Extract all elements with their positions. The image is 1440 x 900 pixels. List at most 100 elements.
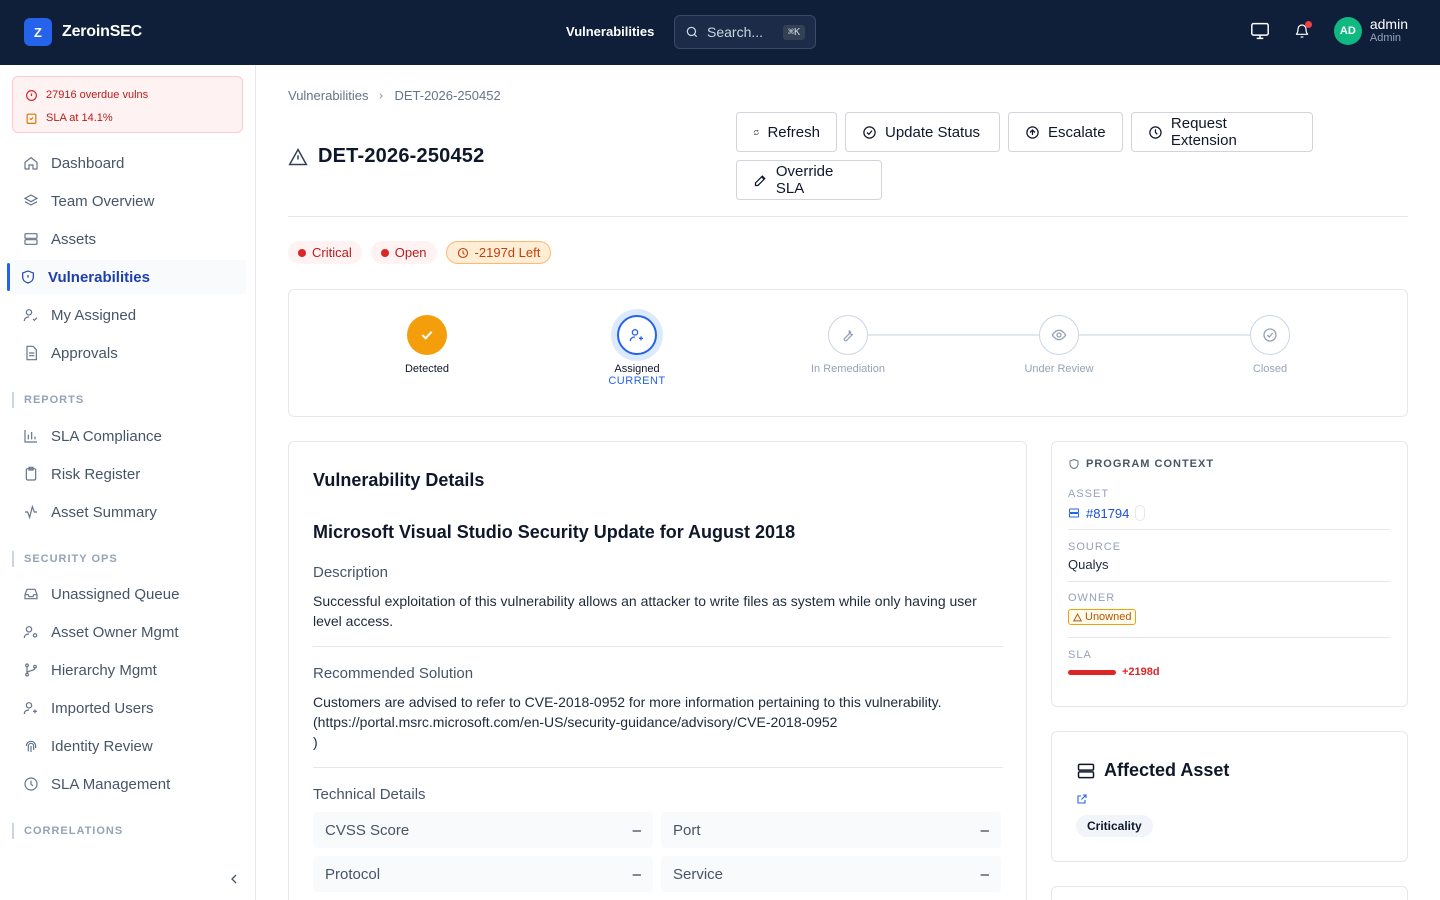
- solution-label: Recommended Solution: [313, 665, 474, 682]
- breadcrumb-current: DET-2026-250452: [394, 88, 501, 103]
- user-plus-icon: [23, 702, 37, 715]
- request-extension-button-label: Request Extension: [1170, 115, 1237, 149]
- check-circle-icon: [863, 125, 876, 139]
- user-menu[interactable]: AD admin Admin: [1333, 17, 1408, 45]
- sidebar-item-sla-compliance[interactable]: SLA Compliance: [10, 419, 246, 453]
- sla-progress-bar: [1068, 669, 1116, 675]
- severity-badge: Critical: [288, 241, 362, 264]
- sidebar-item-team-overview[interactable]: Team Overview: [10, 184, 246, 218]
- step-label: Assigned: [614, 363, 660, 375]
- step-label: Detected: [404, 363, 450, 375]
- sla-alert-box[interactable]: 27916 overdue vulns SLA at 14.1%: [12, 76, 243, 133]
- server-icon: [24, 233, 38, 245]
- escalate-button-label: Escalate: [1048, 123, 1106, 141]
- sidebar-item-asset-summary[interactable]: Asset Summary: [10, 495, 246, 529]
- sidebar-item-approvals[interactable]: Approvals: [10, 336, 246, 370]
- clipboard-icon: [25, 466, 37, 481]
- global-search[interactable]: Search... ⌘K: [674, 15, 816, 49]
- criticality-badge: Criticality: [1076, 815, 1153, 837]
- asset-label: ASSET: [1068, 488, 1110, 500]
- port-cell: Port –: [661, 812, 1001, 848]
- sidebar-item-sla-management[interactable]: SLA Management: [10, 767, 246, 801]
- clipboard-warning-icon: [26, 113, 37, 124]
- status-text: Open: [394, 245, 427, 260]
- port-label: Port: [673, 821, 701, 839]
- clock-icon: [24, 777, 38, 791]
- inbox-icon: [24, 588, 38, 600]
- search-icon: [686, 26, 698, 38]
- alert-circle-icon: [26, 89, 37, 101]
- escalate-button[interactable]: Escalate: [1008, 112, 1123, 152]
- search-shortcut: ⌘K: [782, 24, 805, 40]
- display-toggle-button[interactable]: [1250, 21, 1270, 41]
- warning-triangle-icon: [288, 147, 308, 165]
- port-value: –: [980, 821, 989, 839]
- top-navigation-bar: Z ZeroinSEC Vulnerabilities Search... ⌘K…: [0, 0, 1440, 65]
- brand-logo: Z: [24, 18, 52, 46]
- notification-dot: [1304, 21, 1312, 28]
- arrow-up-circle-icon: [1026, 125, 1039, 139]
- sidebar-item-label: Vulnerabilities: [48, 268, 150, 286]
- solution-line-2[interactable]: (https://portal.msrc.microsoft.com/en-US…: [313, 712, 1003, 732]
- sidebar-item-assets[interactable]: Assets: [10, 222, 246, 256]
- refresh-icon: [753, 129, 759, 135]
- sidebar-item-vulnerabilities[interactable]: Vulnerabilities: [7, 260, 246, 294]
- step-assigned-circle: [617, 315, 657, 355]
- service-cell: Service –: [661, 856, 1001, 892]
- sidebar-item-imported-users[interactable]: Imported Users: [10, 691, 246, 725]
- top-nav-vulnerabilities[interactable]: Vulnerabilities: [566, 24, 654, 39]
- sidebar-item-label: Asset Summary: [51, 503, 157, 521]
- status-badges: Critical Open -2197d Left: [288, 241, 552, 264]
- description-text: Successful exploitation of this vulnerab…: [313, 593, 977, 629]
- notifications-button[interactable]: [1292, 21, 1312, 41]
- step-detected-circle: [407, 315, 447, 355]
- refresh-button-label: Refresh: [767, 123, 820, 141]
- update-status-button[interactable]: Update Status: [845, 112, 1000, 152]
- service-label: Service: [673, 865, 724, 883]
- sidebar-item-my-assigned[interactable]: My Assigned: [10, 298, 246, 332]
- service-value: –: [980, 865, 989, 883]
- sidebar-item-risk-register[interactable]: Risk Register: [10, 457, 246, 491]
- breadcrumb-parent[interactable]: Vulnerabilities: [288, 88, 368, 103]
- sidebar-item-dashboard[interactable]: Dashboard: [10, 146, 246, 180]
- sidebar-item-label: Team Overview: [51, 192, 155, 210]
- layers-icon: [23, 194, 39, 206]
- protocol-cell: Protocol –: [313, 856, 653, 892]
- user-role: Admin: [1369, 32, 1402, 44]
- asset-value[interactable]: #81794: [1068, 505, 1146, 521]
- brand[interactable]: Z ZeroinSEC: [24, 18, 142, 46]
- sla-text: -2197d Left: [474, 245, 541, 260]
- section-security-ops: SECURITY OPS: [12, 551, 118, 567]
- unowned-badge: Unowned: [1068, 609, 1137, 625]
- affected-asset-card: Affected Asset Criticality: [1051, 731, 1408, 862]
- solution-line-3: ): [313, 734, 318, 750]
- sla-overdue-text: +2198d: [1122, 666, 1160, 678]
- sidebar-item-asset-owner-mgmt[interactable]: Asset Owner Mgmt: [10, 615, 246, 649]
- sla-badge: -2197d Left: [445, 241, 552, 264]
- document-icon: [26, 345, 37, 361]
- sidebar-item-label: Imported Users: [51, 699, 154, 717]
- sidebar-item-unassigned-queue[interactable]: Unassigned Queue: [10, 577, 246, 611]
- search-placeholder: Search...: [707, 24, 764, 40]
- sidebar-item-identity-review[interactable]: Identity Review: [10, 729, 246, 763]
- refresh-button[interactable]: Refresh: [736, 112, 837, 152]
- section-reports: REPORTS: [12, 392, 84, 408]
- sidebar-item-label: Identity Review: [51, 737, 153, 755]
- sidebar-item-hierarchy-mgmt[interactable]: Hierarchy Mgmt: [10, 653, 246, 687]
- owner-text: Unowned: [1085, 611, 1132, 623]
- sla-alert-text: SLA at 14.1%: [46, 112, 113, 124]
- override-sla-button[interactable]: Override SLA: [736, 160, 882, 200]
- owner-label: OWNER: [1068, 592, 1116, 604]
- collapse-sidebar-button[interactable]: [226, 871, 242, 887]
- context-divider: [1068, 529, 1390, 530]
- asset-link[interactable]: #81794: [1086, 506, 1129, 521]
- override-sla-button-label: Override SLA: [775, 163, 834, 197]
- sidebar-item-label: Assets: [51, 230, 97, 248]
- check-icon: [421, 330, 433, 340]
- context-divider: [1068, 581, 1390, 582]
- external-link-button[interactable]: [1076, 792, 1088, 810]
- request-extension-button[interactable]: Request Extension: [1131, 112, 1313, 152]
- program-context-card: PROGRAM CONTEXT ASSET #81794 SOURCE Qual…: [1051, 441, 1408, 707]
- status-badge: Open: [370, 241, 437, 264]
- monitor-icon: [1250, 22, 1269, 40]
